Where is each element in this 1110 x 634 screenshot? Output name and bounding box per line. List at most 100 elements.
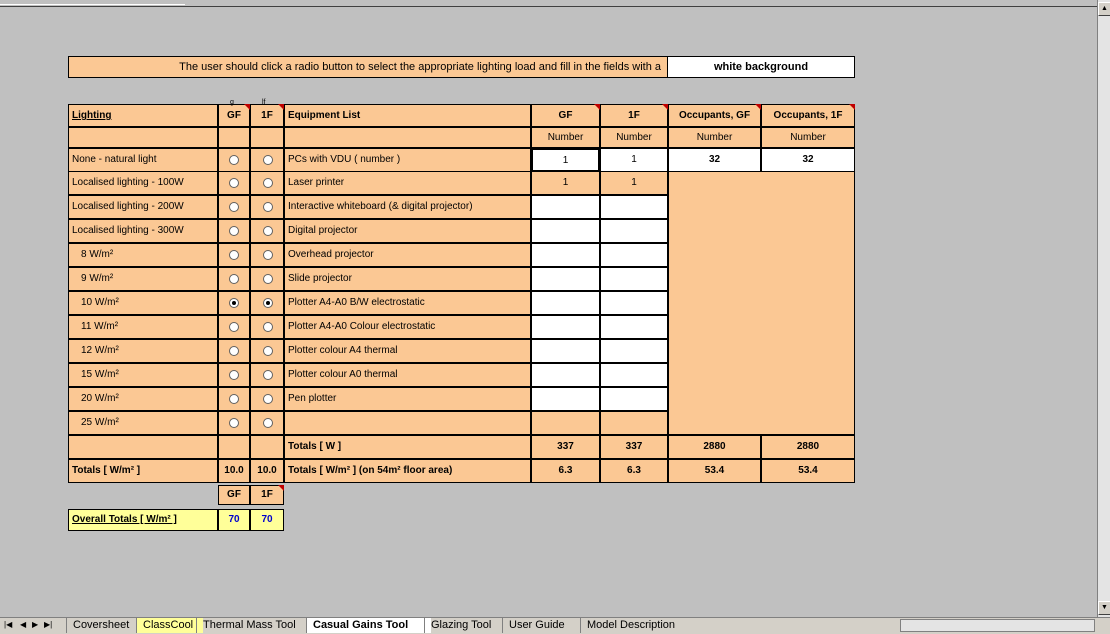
equipment-1f-input[interactable] [600,267,668,291]
lighting-option-label: 8 W/m² [68,243,218,267]
equipment-label: Digital projector [284,219,531,243]
comment-marker [849,104,855,110]
lighting-gf-radio[interactable] [229,394,239,404]
sheet-tab[interactable]: Model Description [580,618,697,633]
sheet-tab[interactable]: Casual Gains Tool [306,618,431,633]
scroll-down-button[interactable]: ▼ [1098,601,1110,615]
equipment-1f-input[interactable] [600,219,668,243]
overall-totals-label: Overall Totals [ W/m² ] [68,509,218,531]
blank-cell [284,411,531,435]
equipment-gf-input[interactable] [531,195,600,219]
lighting-option-label: 11 W/m² [68,315,218,339]
comment-marker [278,485,284,491]
equipment-1f-input[interactable]: 1 [600,148,668,172]
next-sheet-icon[interactable]: ▶ [32,620,38,629]
lighting-gf-radio[interactable] [229,370,239,380]
lighting-1f-radio[interactable] [263,226,273,236]
comment-marker [594,104,600,110]
equipment-gf-input[interactable] [531,363,600,387]
lighting-1f-radio[interactable] [263,178,273,188]
lighting-gf-radio[interactable] [229,346,239,356]
sheet-tab[interactable]: Coversheet [66,618,143,633]
number-subheader: Number [668,127,761,148]
equipment-1f-input[interactable] [600,387,668,411]
lighting-option-label: Localised lighting - 300W [68,219,218,243]
equipment-gf-input[interactable]: 1 [531,148,600,172]
lighting-header: Lighting [68,104,218,127]
equipment-1f-input[interactable] [600,363,668,387]
equipment-1f-input[interactable] [600,339,668,363]
equipment-gf-input[interactable] [531,339,600,363]
lighting-gf-radio[interactable] [229,226,239,236]
overall-1f-value: 70 [250,509,284,531]
lighting-gf-radio[interactable] [229,202,239,212]
equipment-label: Plotter colour A4 thermal [284,339,531,363]
equipment-1f-input[interactable] [600,291,668,315]
last-sheet-icon[interactable]: ▶| [44,620,52,629]
lighting-totals-1f: 10.0 [250,459,284,483]
equipment-1f-input[interactable] [600,243,668,267]
equipment-gf-input[interactable] [531,387,600,411]
totals-w-occ-1f: 2880 [761,435,855,459]
lighting-1f-radio[interactable] [263,418,273,428]
hidden-header-label: lf [262,99,266,106]
equipment-gf-input[interactable] [531,315,600,339]
lighting-option-label: None - natural light [68,148,218,172]
sheet-tab[interactable]: Glazing Tool [424,618,509,633]
totals-w-gf: 337 [531,435,600,459]
lighting-1f-radio[interactable] [263,370,273,380]
lighting-gf-radio[interactable] [229,274,239,284]
lighting-1f-radio[interactable] [263,298,273,308]
hidden-header-label: g [230,99,234,106]
lighting-gf-radio[interactable] [229,322,239,332]
lighting-gf-radio[interactable] [229,178,239,188]
sheet-tab[interactable]: Thermal Mass Tool [196,618,313,633]
prev-sheet-icon[interactable]: ◀ [20,620,26,629]
occupants-gf-header: Occupants, GF [668,104,761,127]
lighting-1f-radio[interactable] [263,155,273,165]
comment-marker [755,104,761,110]
equipment-gf-input[interactable] [531,219,600,243]
equipment-label: Laser printer [284,171,531,195]
horizontal-scrollbar[interactable] [900,619,1095,632]
totals-w-1f: 337 [600,435,668,459]
scroll-up-button[interactable]: ▲ [1098,2,1110,16]
totals-w-label: Totals [ W ] [284,435,531,459]
equipment-gf-input[interactable] [531,267,600,291]
blank-cell [531,411,600,435]
equipment-1f-input[interactable] [600,195,668,219]
equipment-gf-input[interactable] [531,243,600,267]
equipment-1f-input[interactable]: 1 [600,171,668,195]
sheet-tab[interactable]: User Guide [502,618,587,633]
lighting-1f-radio[interactable] [263,274,273,284]
equipment-label: PCs with VDU ( number ) [284,148,531,172]
first-sheet-icon[interactable]: |◀ [4,620,12,629]
lighting-1f-radio[interactable] [263,250,273,260]
equipment-1f-input[interactable] [600,315,668,339]
occupants-gf-input[interactable]: 32 [668,148,761,172]
sheet-tab[interactable]: ClassCool [136,618,203,633]
equipment-gf-header: GF [531,104,600,127]
equipment-gf-input[interactable]: 1 [531,171,600,195]
equipment-label: Interactive whiteboard (& digital projec… [284,195,531,219]
lighting-1f-radio[interactable] [263,202,273,212]
lighting-gf-radio[interactable] [229,155,239,165]
lighting-gf-radio[interactable] [229,250,239,260]
lighting-1f-radio[interactable] [263,346,273,356]
occupants-1f-input[interactable]: 32 [761,148,855,172]
blank-cell [68,127,218,148]
vertical-scrollbar[interactable]: ▲ ▼ [1097,0,1110,617]
totals-w-occ-gf: 2880 [668,435,761,459]
lighting-1f-radio[interactable] [263,322,273,332]
lighting-option-label: 25 W/m² [68,411,218,435]
sheet-tab-bar: |◀ ◀ ▶ ▶| Coversheet ClassCool Thermal Mas… [0,617,1110,634]
equipment-label: Pen plotter [284,387,531,411]
lighting-1f-radio[interactable] [263,394,273,404]
lighting-option-label: 20 W/m² [68,387,218,411]
lighting-totals-gf: 10.0 [218,459,250,483]
lighting-gf-radio[interactable] [229,418,239,428]
equipment-gf-input[interactable] [531,291,600,315]
equipment-label: Plotter colour A0 thermal [284,363,531,387]
lighting-gf-radio[interactable] [229,298,239,308]
instruction-banner: The user should click a radio button to … [68,56,668,78]
